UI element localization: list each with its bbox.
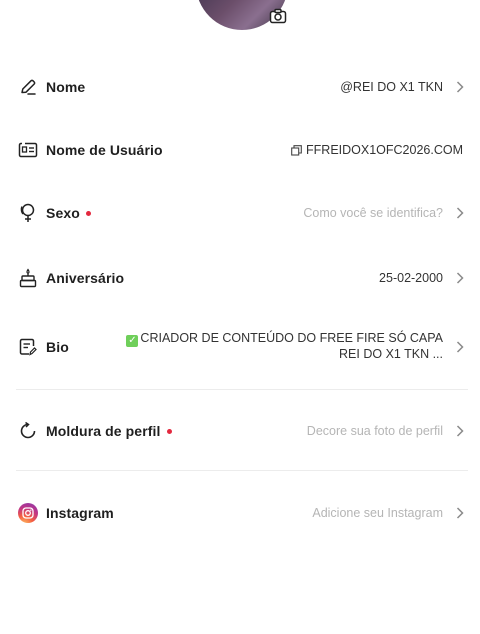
check-emoji-icon: ✓ bbox=[126, 335, 139, 347]
chevron-right-icon bbox=[454, 271, 466, 285]
field-label-bio: Bio bbox=[46, 339, 69, 355]
chevron-right-icon bbox=[454, 80, 466, 94]
field-label-instagram: Instagram bbox=[46, 505, 114, 521]
field-row-bio[interactable]: Bio ✓ CRIADOR DE CONTEÚDO DO FREE FIRE SÓ… bbox=[0, 331, 480, 363]
field-value-sexo: Como você se identifica? bbox=[303, 206, 443, 220]
field-row-sexo[interactable]: Sexo Como você se identifica? bbox=[0, 202, 480, 224]
gender-icon bbox=[17, 202, 39, 224]
field-row-nome[interactable]: Nome @REI DO X1 TKN bbox=[0, 76, 480, 98]
field-value-nome: @REI DO X1 TKN bbox=[340, 80, 443, 94]
camera-icon[interactable] bbox=[266, 4, 290, 28]
pencil-icon bbox=[17, 76, 39, 98]
chevron-right-icon bbox=[454, 506, 466, 520]
field-value-moldura: Decore sua foto de perfil bbox=[306, 424, 443, 438]
instagram-icon bbox=[17, 502, 39, 524]
field-label-nome: Nome bbox=[46, 79, 86, 95]
field-row-instagram[interactable]: Instagram Adicione seu Instagram bbox=[0, 502, 480, 524]
sexo-label-text: Sexo bbox=[46, 205, 80, 221]
chevron-right-icon bbox=[454, 424, 466, 438]
profile-avatar[interactable] bbox=[196, 0, 288, 30]
field-value-username: FFREIDOX1OFC2026.COM bbox=[291, 143, 463, 157]
birthday-cake-icon bbox=[17, 267, 39, 289]
frame-refresh-icon bbox=[17, 420, 39, 442]
field-value-aniversario: 25-02-2000 bbox=[379, 271, 443, 285]
bio-text: CRIADOR DE CONTEÚDO DO FREE FIRE SÓ CAPA… bbox=[140, 331, 443, 361]
chevron-right-icon bbox=[454, 206, 466, 220]
field-label-username: Nome de Usuário bbox=[46, 142, 163, 158]
chevron-right-icon bbox=[454, 340, 466, 354]
field-row-aniversario[interactable]: Aniversário 25-02-2000 bbox=[0, 267, 480, 289]
required-dot bbox=[166, 428, 172, 434]
field-label-aniversario: Aniversário bbox=[46, 270, 125, 286]
edit-note-icon bbox=[17, 336, 39, 358]
field-value-bio: ✓ CRIADOR DE CONTEÚDO DO FREE FIRE SÓ CAP… bbox=[113, 331, 443, 362]
field-row-moldura[interactable]: Moldura de perfil Decore sua foto de per… bbox=[0, 420, 480, 442]
copy-icon[interactable] bbox=[291, 144, 302, 156]
username-text: FFREIDOX1OFC2026.COM bbox=[306, 143, 463, 157]
divider bbox=[16, 389, 468, 390]
required-dot bbox=[85, 210, 91, 216]
divider bbox=[16, 470, 468, 471]
field-value-instagram: Adicione seu Instagram bbox=[312, 506, 443, 520]
id-card-icon bbox=[17, 139, 39, 161]
moldura-label-text: Moldura de perfil bbox=[46, 423, 161, 439]
field-row-username[interactable]: Nome de Usuário FFREIDOX1OFC2026.COM bbox=[0, 139, 480, 161]
field-label-moldura: Moldura de perfil bbox=[46, 423, 172, 439]
field-label-sexo: Sexo bbox=[46, 205, 91, 221]
